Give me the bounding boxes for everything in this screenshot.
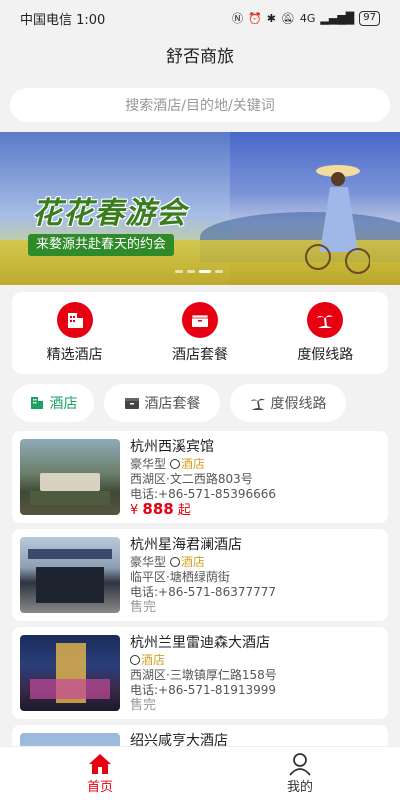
- hotel-name: 杭州兰里雷迪森大酒店: [130, 635, 270, 651]
- hotel-grade: 豪华型: [130, 457, 167, 471]
- hotel-price: ¥ 888 起: [130, 500, 276, 519]
- hotel-info: 杭州西溪宾馆 豪华型 酒店 西湖区·文二西路803号 电话:+86-571-85…: [130, 439, 276, 519]
- tab-hotel[interactable]: 酒店: [12, 384, 94, 422]
- palm-tree-icon: [307, 302, 344, 338]
- hotel-address: 临平区·塘栖绿荫街: [130, 570, 230, 584]
- alarm-icon: ⏰: [248, 11, 262, 25]
- nav-label: 首页: [86, 780, 113, 795]
- page-title: 舒否商旅: [166, 47, 234, 67]
- hotel-building-icon: [30, 397, 43, 409]
- package-icon: [124, 398, 139, 409]
- hotel-grade: 豪华型: [130, 555, 167, 569]
- banner-illustration-icon: [305, 165, 370, 274]
- hotel-photo: [20, 439, 120, 515]
- nav-home[interactable]: 首页: [50, 752, 150, 795]
- nav-label: 我的: [286, 780, 313, 795]
- hotel-tag-icon: [130, 655, 140, 665]
- tab-label: 度假线路: [270, 396, 327, 412]
- package-icon: [181, 302, 218, 338]
- mute-icon: 🔕︎: [280, 11, 295, 25]
- hotel-photo: [20, 537, 120, 613]
- bottom-nav: 首页 我的: [0, 746, 400, 800]
- hotel-type-row: 酒店: [130, 653, 277, 668]
- hotel-type-row: 豪华型 酒店: [130, 555, 276, 570]
- bluetooth-icon: ✱: [266, 11, 276, 25]
- tab-label: 酒店套餐: [144, 396, 201, 412]
- hotel-name: 杭州星海君澜酒店: [130, 537, 242, 553]
- battery-icon: 97: [359, 10, 380, 26]
- nav-profile[interactable]: 我的: [250, 752, 350, 795]
- filter-tabs: 酒店 酒店套餐 度假线路: [12, 384, 388, 424]
- hotel-list-item[interactable]: 杭州兰里雷迪森大酒店 酒店 西湖区·三墩镇厚仁路158号 电话:+86-571-…: [12, 627, 388, 719]
- category-label: 度假线路: [297, 347, 354, 363]
- search-input[interactable]: 搜索酒店/目的地/关键词: [10, 88, 390, 122]
- hotel-info: 杭州兰里雷迪森大酒店 酒店 西湖区·三墩镇厚仁路158号 电话:+86-571-…: [130, 635, 277, 713]
- signal-icon: ▂▄▆█: [320, 11, 355, 25]
- category-hotel-packages[interactable]: 酒店套餐: [145, 302, 255, 364]
- hotel-status: 售完: [130, 698, 157, 713]
- hotel-type-row: 豪华型 酒店: [130, 457, 276, 472]
- price-suffix: 起: [177, 503, 191, 518]
- hotel-type: 酒店: [180, 457, 205, 471]
- carrier-time: 中国电信 1:00: [20, 12, 106, 28]
- hotel-photo: [20, 635, 120, 711]
- category-featured-hotels[interactable]: 精选酒店: [20, 302, 130, 364]
- tab-hotel-packages[interactable]: 酒店套餐: [104, 384, 220, 422]
- category-card: 精选酒店 酒店套餐 度假线路: [12, 292, 388, 374]
- hotel-phone[interactable]: 电话:+86-571-86377777: [130, 585, 276, 600]
- hotel-type: 酒店: [141, 653, 166, 667]
- hotel-type: 酒店: [180, 555, 205, 569]
- hotel-status: 售完: [130, 600, 157, 615]
- banner-dot-active[interactable]: [199, 270, 211, 273]
- hotel-list-item[interactable]: 杭州星海君澜酒店 豪华型 酒店 临平区·塘栖绿荫街 电话:+86-571-863…: [12, 529, 388, 621]
- hotel-building-icon: [56, 302, 93, 338]
- banner-pagination: [175, 270, 223, 273]
- home-icon: [89, 754, 111, 774]
- category-vacation-routes[interactable]: 度假线路: [270, 302, 380, 364]
- banner-dot[interactable]: [187, 270, 195, 273]
- hotel-name: 杭州西溪宾馆: [130, 439, 214, 455]
- tab-vacation-routes[interactable]: 度假线路: [230, 384, 346, 422]
- price-value: 888: [142, 500, 174, 518]
- hotel-phone[interactable]: 电话:+86-571-81913999: [130, 683, 277, 698]
- nfc-icon: Ⓝ: [232, 12, 243, 25]
- category-label: 精选酒店: [46, 347, 103, 363]
- hotel-address: 西湖区·文二西路803号: [130, 472, 253, 486]
- user-icon: [289, 753, 311, 776]
- tab-label: 酒店: [49, 396, 78, 412]
- hotel-tag-icon: [169, 557, 180, 567]
- hotel-address: 西湖区·三墩镇厚仁路158号: [130, 668, 277, 682]
- banner-title: 花花春游会: [32, 196, 187, 231]
- banner-subtitle: 来婺源共赴春天的约会: [28, 234, 175, 256]
- banner-dot[interactable]: [175, 270, 183, 273]
- hotel-tag-icon: [169, 459, 180, 469]
- price-symbol: ¥: [130, 503, 139, 518]
- hotel-list-item[interactable]: 杭州西溪宾馆 豪华型 酒店 西湖区·文二西路803号 电话:+86-571-85…: [12, 431, 388, 523]
- network-label: 4G: [299, 11, 316, 25]
- banner-dot[interactable]: [215, 270, 223, 273]
- palm-tree-icon: [250, 398, 265, 410]
- hotel-info: 杭州星海君澜酒店 豪华型 酒店 临平区·塘栖绿荫街 电话:+86-571-863…: [130, 537, 276, 615]
- category-label: 酒店套餐: [171, 347, 228, 363]
- status-icons: Ⓝ ⏰ ✱ 🔕︎ 4G ▂▄▆█ 97: [232, 10, 380, 26]
- status-bar: 中国电信 1:00 Ⓝ ⏰ ✱ 🔕︎ 4G ▂▄▆█ 97: [0, 0, 400, 36]
